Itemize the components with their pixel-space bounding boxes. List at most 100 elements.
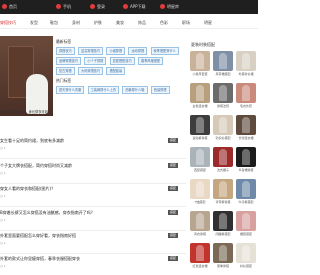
- article-item[interactable]: 个子女大牌衣搭配，简约穿搭时尚又减龄 ◷ 1 搭配: [0, 163, 186, 175]
- sidebar-thumb-item[interactable]: 穿搭法则: [213, 83, 233, 111]
- tag-link[interactable]: 品牌穿搭技巧: [56, 57, 82, 65]
- thumb-caption: 牛仔裤搭配: [238, 200, 254, 204]
- category-tab[interactable]: 护肤: [94, 20, 102, 26]
- category-badge[interactable]: 搭配: [168, 163, 178, 168]
- thumb-caption: 白色连衣裙: [192, 104, 208, 108]
- sidebar-thumb-item[interactable]: 运动裤穿搭: [190, 115, 210, 143]
- article-meta: ◷ 1: [0, 264, 6, 268]
- sidebar-thumb-item[interactable]: 牛仔裤搭配: [236, 179, 256, 207]
- nav-login[interactable]: 登录: [90, 3, 105, 11]
- category-tab[interactable]: 饰品: [138, 20, 146, 26]
- tag-link[interactable]: 大码穿搭技巧: [78, 67, 104, 75]
- article-title[interactable]: 外套里面要搭配怎么穿好看，穿衣指南好搭: [0, 233, 186, 239]
- tag-link[interactable]: 运动穿搭: [128, 47, 148, 55]
- nav-app-download[interactable]: APP下载: [123, 3, 146, 11]
- sidebar-thumb-item[interactable]: 阔腿裤搭配: [213, 211, 233, 239]
- tag-link[interactable]: 显高穿搭技巧: [78, 47, 104, 55]
- category-tab[interactable]: 鞋包: [50, 20, 58, 26]
- sidebar-thumb-item[interactable]: 外搭衬衫裙: [236, 51, 256, 79]
- home-icon: [2, 4, 7, 9]
- tag-link[interactable]: 春季风格搭配: [138, 57, 164, 65]
- tag-link[interactable]: 显瘦搭配技巧: [109, 57, 135, 65]
- thumb-caption: 外搭衬衫裙: [238, 72, 254, 76]
- tag-link[interactable]: 西裤穿什么鞋: [122, 86, 148, 94]
- thumb-caption: 长款连衣裙: [238, 136, 254, 140]
- sidebar-thumb-item[interactable]: 法式裙子: [213, 147, 233, 175]
- sidebar-thumb-item[interactable]: T恤搭配: [190, 179, 210, 207]
- sidebar-thumb-item[interactable]: 吊带裙搭配: [213, 51, 233, 79]
- article-meta: ◷ 1: [0, 146, 6, 150]
- article-title[interactable]: 外套的款式让你显瘦穿搭，春季衣服搭配穿衣: [0, 256, 186, 262]
- thumbnail-image: [213, 147, 233, 167]
- tag-link[interactable]: 沙滩穿搭: [106, 47, 126, 55]
- article-item[interactable]: 女生看十足的简约裙，到底有多减龄 ◷ 1 搭配: [0, 138, 186, 150]
- tag-link[interactable]: 秋季搭配穿什么: [150, 47, 179, 55]
- sidebar-thumb-item[interactable]: 长款连衣裙: [236, 115, 256, 143]
- nav-mobile[interactable]: 手机: [56, 3, 71, 11]
- category-tab[interactable]: 色彩: [160, 20, 168, 26]
- article-item[interactable]: 外套的款式让你显瘦穿搭，春季衣服搭配穿衣 ◷ 1 搭配: [0, 256, 186, 268]
- hot-tags-title: 热门标签: [56, 78, 72, 83]
- article-meta: ◷ 1: [0, 241, 6, 245]
- thumbnail-image: [236, 211, 256, 231]
- star-icon: [160, 4, 165, 9]
- nav-home[interactable]: 首页: [2, 3, 17, 11]
- category-badge[interactable]: 搭配: [168, 233, 178, 238]
- thumb-caption: 背带裤穿搭: [215, 200, 231, 204]
- hero-image[interactable]: [0, 36, 53, 116]
- category-badge[interactable]: 搭配: [168, 138, 178, 143]
- category-tab[interactable]: 穿搭技巧: [0, 20, 16, 26]
- sidebar-thumb-item[interactable]: 小香风套装: [190, 51, 210, 79]
- tag-link[interactable]: 复古穿搭: [56, 67, 75, 75]
- thumb-caption: 穿搭法则: [216, 104, 229, 108]
- thumbnail-image: [190, 115, 210, 135]
- sidebar-thumb-item[interactable]: 夏季穿搭: [213, 243, 233, 271]
- tag-link[interactable]: 穿搭技巧: [56, 47, 75, 55]
- article-item[interactable]: B穿着长裤又怎么穿搭没有油腻感，穿衣指南开了吗？ ◷ 1 搭配: [0, 210, 186, 222]
- sidebar-thumb-item[interactable]: 白色连衣裙: [190, 83, 210, 111]
- hero-caption[interactable]: 今年最流行的裙子，身长穿衣可好看: [0, 109, 51, 114]
- thumbnail-image: [236, 83, 256, 103]
- category-badge[interactable]: 搭配: [168, 210, 178, 215]
- tag-link[interactable]: 西装穿搭: [150, 86, 170, 94]
- article-title[interactable]: B穿着长裤又怎么穿搭没有油腻感，穿衣指南开了吗？: [0, 210, 186, 216]
- sidebar-thumb-item[interactable]: 针织衫搭配: [213, 115, 233, 143]
- category-tab[interactable]: 明星: [204, 20, 212, 26]
- sidebar-thumb-item[interactable]: 毛衣外套: [236, 83, 256, 111]
- category-tab[interactable]: 身材: [72, 20, 80, 26]
- category-badge[interactable]: 搭配: [168, 186, 178, 191]
- sidebar-thumb-item[interactable]: 背带裤穿搭: [213, 179, 233, 207]
- tag-link[interactable]: 夏天穿什么衣服: [56, 86, 85, 94]
- thumb-caption: 针织衫搭配: [215, 136, 231, 140]
- thumbnail-image: [236, 147, 256, 167]
- article-meta: ◷ 1: [0, 194, 6, 198]
- latest-tags-title: 最新标签: [56, 39, 72, 44]
- category-bar: 穿搭技巧 发型 鞋包 身材 护肤 美妆 饰品 色彩 职场 明星: [0, 17, 258, 29]
- article-title[interactable]: 穿女人看的穿衣和搭配(图片)？: [0, 186, 186, 192]
- sidebar-thumb-item[interactable]: 衬衫搭配: [236, 243, 256, 271]
- article-item[interactable]: 外套里面要搭配怎么穿好看，穿衣指南好搭 ◷ 1 搭配: [0, 233, 186, 245]
- category-tab[interactable]: 美妆: [116, 20, 124, 26]
- article-title[interactable]: 女生看十足的简约裙，到底有多减龄: [0, 138, 186, 144]
- thumbnail-image: [213, 83, 233, 103]
- article-title[interactable]: 个子女大牌衣搭配，简约穿搭时尚又减龄: [0, 163, 186, 169]
- sidebar-thumb-item[interactable]: 西装搭配: [190, 147, 210, 175]
- sidebar-thumb-item[interactable]: 红色连衣裙: [190, 243, 210, 271]
- thumbnail-image: [190, 51, 210, 71]
- thumb-caption: 小香风套装: [192, 72, 208, 76]
- thumb-caption: 毛衣外套: [239, 104, 252, 108]
- sidebar-thumb-item[interactable]: 风衣穿搭: [190, 211, 210, 239]
- tag-link[interactable]: 小个子穿搭: [84, 57, 107, 65]
- sidebar-thumb-item[interactable]: 裙装搭配: [236, 211, 256, 239]
- sidebar-thumb-item[interactable]: 半身裙穿搭: [236, 147, 256, 175]
- category-badge[interactable]: 搭配: [168, 256, 178, 261]
- category-tab[interactable]: 职场: [182, 20, 190, 26]
- tag-link[interactable]: 搭配套装: [106, 67, 126, 75]
- nav-star-library[interactable]: 明星库: [160, 3, 179, 11]
- article-item[interactable]: 穿女人看的穿衣和搭配(图片)？ ◷ 1 搭配: [0, 186, 186, 198]
- tag-box: 最新标签 穿搭技巧 显高穿搭技巧 沙滩穿搭 运动穿搭 秋季搭配穿什么 品牌穿搭技…: [56, 39, 186, 96]
- tag-link[interactable]: 工装裤穿什么上衣: [87, 86, 120, 94]
- category-tab[interactable]: 发型: [30, 20, 38, 26]
- divider: [0, 206, 186, 207]
- thumbnail-image: [213, 51, 233, 71]
